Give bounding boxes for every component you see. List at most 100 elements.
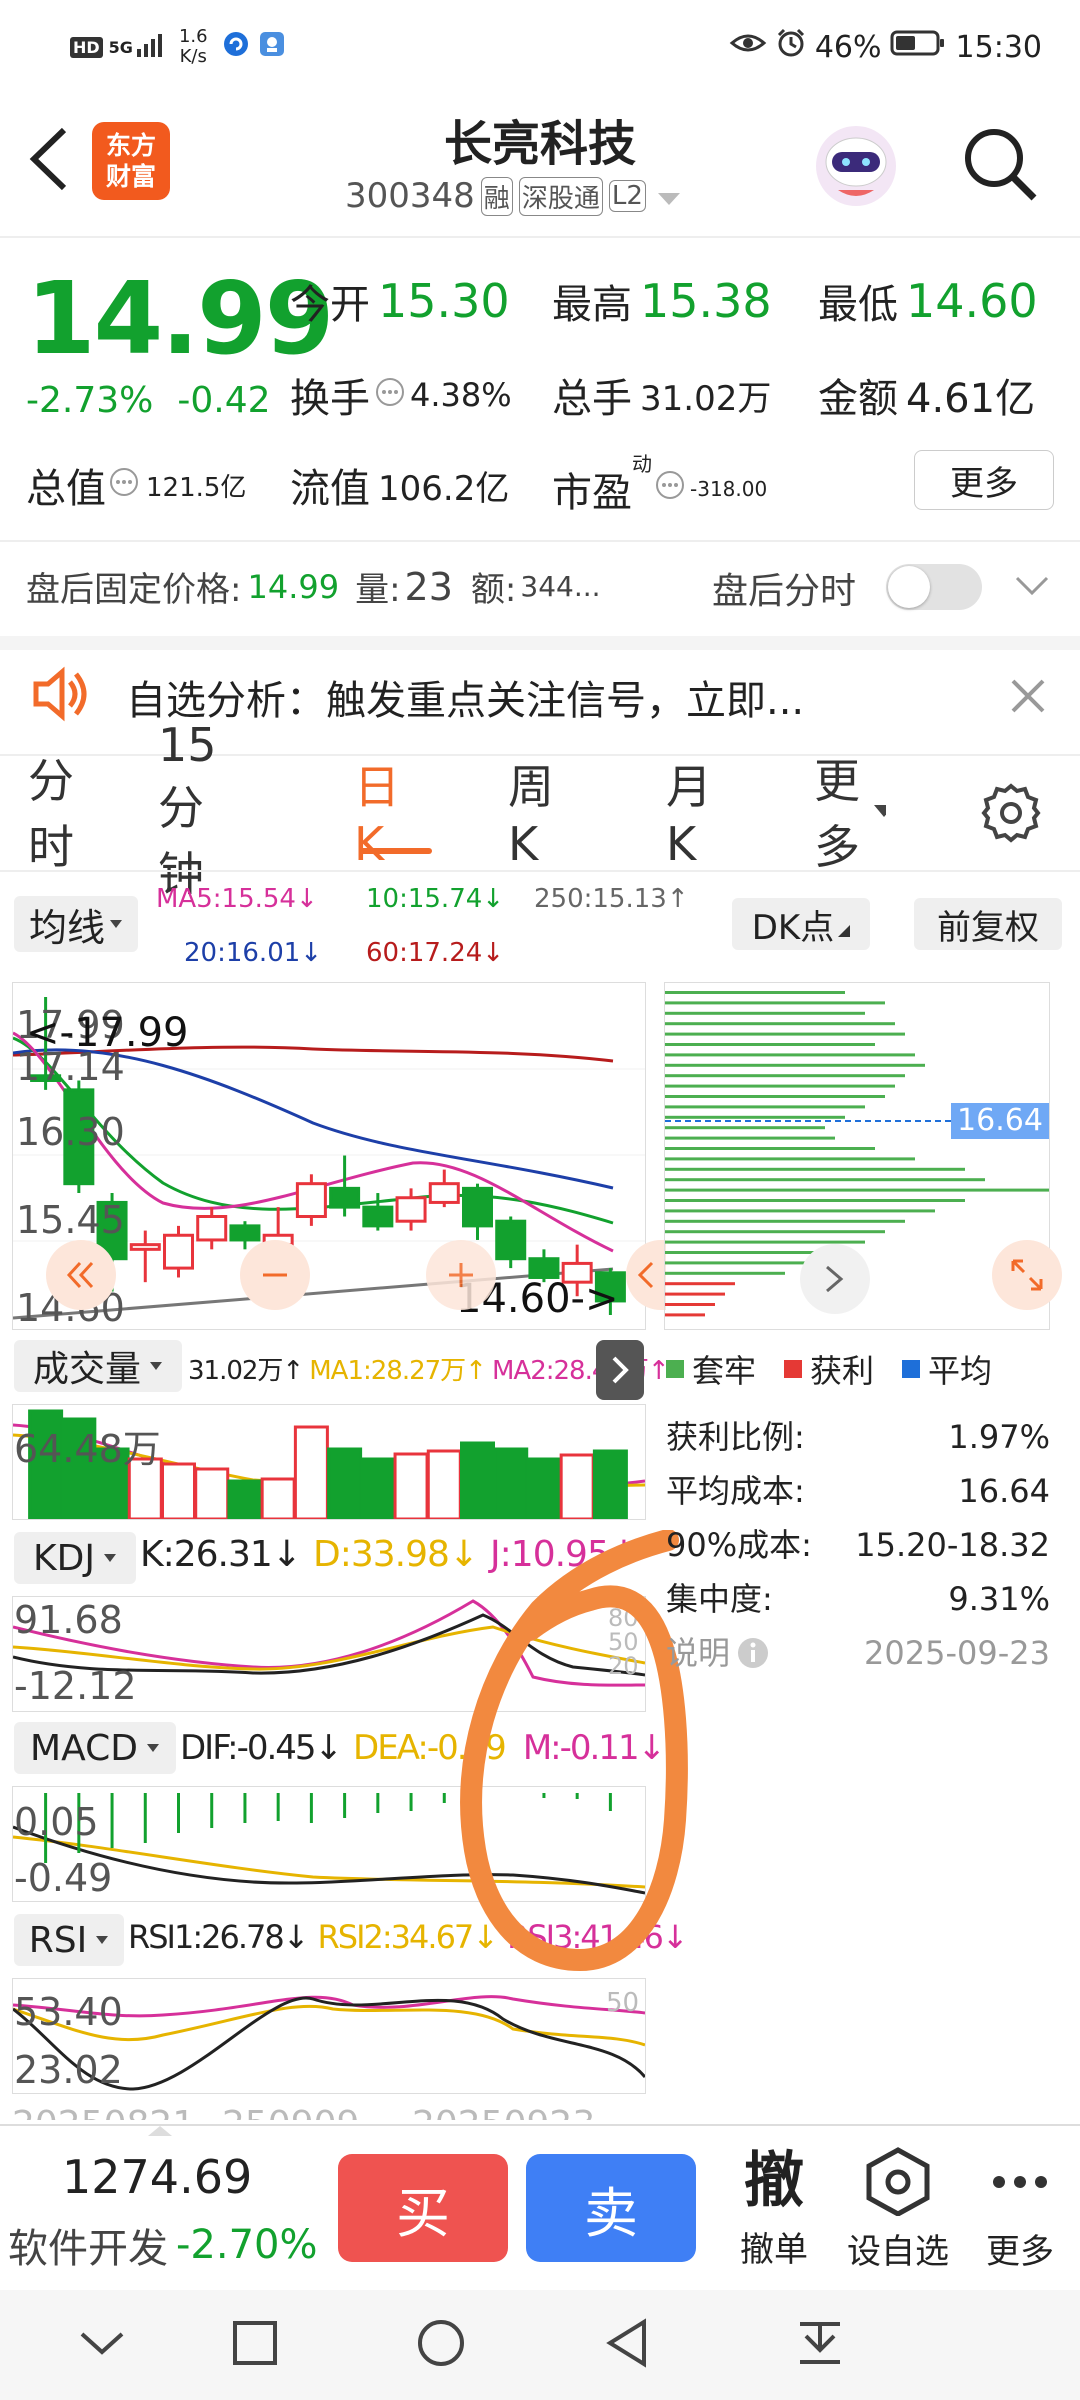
float-label: 流值 (290, 466, 370, 512)
chip-bar (665, 1053, 915, 1057)
tab-15min[interactable]: 15分钟 (158, 718, 217, 904)
average-cost-tag: 16.64 (951, 1103, 1049, 1139)
stock-meta[interactable]: 300348 融 深股通 L2 (345, 176, 682, 216)
ma10-value: 10:15.74↓ (366, 884, 505, 914)
macd-dif: DIF:-0.45↓ (180, 1728, 343, 1768)
notice-text[interactable]: 自选分析：触发重点关注信号，立即... (126, 668, 804, 726)
more-actions-button[interactable]: 更多 (970, 2146, 1070, 2273)
tab-monthly[interactable]: 月K (666, 751, 712, 871)
info-icon (738, 1638, 769, 1668)
nav-back-icon[interactable] (604, 2318, 650, 2368)
expand-indicators-button[interactable] (596, 1340, 644, 1400)
chip-bar (665, 1230, 885, 1234)
info-icon[interactable] (108, 462, 140, 508)
y-label: 16.30 (16, 1110, 125, 1154)
nav-home-icon[interactable] (416, 2318, 466, 2368)
gear-icon[interactable] (980, 782, 1042, 844)
robot-assistant-icon[interactable] (808, 116, 904, 212)
stock-code: 300348 (345, 176, 475, 216)
tab-weekly[interactable]: 周K (508, 751, 554, 871)
chip-next-button[interactable] (800, 1244, 870, 1314)
tab-more-label: 更多 (814, 754, 860, 874)
rsi-selector[interactable]: RSI (14, 1914, 124, 1966)
zoom-in-button[interactable] (426, 1240, 496, 1310)
fullscreen-button[interactable] (992, 1240, 1062, 1310)
zoom-out-button[interactable] (240, 1240, 310, 1310)
ma5-value: MA5:15.54↓ (156, 884, 318, 914)
nav-recent-apps-icon[interactable] (232, 2320, 278, 2366)
low-label: 最低 (818, 282, 898, 328)
alarm-icon (775, 27, 807, 67)
date-left: 20250821 (12, 2104, 195, 2120)
nav-collapse-icon[interactable] (78, 2328, 126, 2358)
add-watchlist-label: 设自选 (847, 2232, 949, 2272)
ma20-value: 20:16.01↓ (184, 938, 323, 968)
adjust-mode-button[interactable]: 前复权 (914, 898, 1062, 950)
more-button[interactable]: 更多 (914, 450, 1054, 510)
chip-note-row[interactable]: 说明 2025-09-23 (666, 1626, 1050, 1680)
volume-current: 31.02万↑ (188, 1356, 304, 1386)
tab-intraday[interactable]: 分时 (28, 745, 74, 877)
macd-selector[interactable]: MACD (14, 1722, 176, 1774)
chip-bar (665, 1292, 725, 1296)
volume-bar (526, 1457, 562, 1521)
caret-down-icon (150, 1362, 162, 1370)
chip-bar (665, 1313, 705, 1317)
cancel-order-icon: 撤 (744, 2146, 804, 2216)
candle-body (163, 1233, 194, 1270)
sector-info[interactable]: 软件开发 -2.70% (8, 2216, 318, 2274)
open-stat: 今开 15.30 (290, 272, 510, 330)
last-price: 14.99 (26, 260, 334, 377)
info-icon[interactable] (654, 465, 686, 511)
nav-notification-icon[interactable] (796, 2318, 844, 2368)
chevron-down-icon[interactable] (1014, 574, 1050, 598)
after-hours-qty-label: 量: (355, 570, 401, 610)
net-speed-unit: K/s (179, 46, 207, 67)
candle-body (229, 1224, 261, 1242)
stock-title: 长亮科技 (443, 116, 636, 172)
chip-bar (665, 1043, 875, 1046)
turnover-stat: 换手 4.38% (290, 366, 512, 424)
sector-index-value[interactable]: 1274.69 (62, 2150, 252, 2204)
change-abs: -0.42 (177, 380, 271, 421)
legend-average: 平均 (928, 1352, 993, 1390)
sell-button[interactable]: 卖 (526, 2154, 696, 2262)
chevron-down-icon (656, 176, 682, 216)
buy-button[interactable]: 买 (338, 2154, 508, 2262)
ma-selector[interactable]: 均线 (14, 896, 138, 952)
chip-bar (665, 1136, 835, 1140)
dk-point-label: DK点 (751, 907, 835, 948)
chip-bar (665, 1126, 825, 1130)
volume-selector[interactable]: 成交量 (14, 1340, 182, 1392)
rsi1: RSI1:26.78↓ (128, 1918, 310, 1956)
kdj-selector[interactable]: KDJ (14, 1532, 136, 1584)
chip-stat-label: 集中度: (666, 1580, 773, 1618)
scroll-left-button[interactable] (46, 1240, 116, 1310)
net-speed-value: 1.6 (178, 26, 208, 47)
close-icon[interactable] (1010, 678, 1046, 714)
cancel-order-label: 撤单 (740, 2230, 808, 2270)
candle-body (362, 1205, 394, 1228)
section-divider (0, 636, 1080, 650)
rsi-y-top: 53.40 (14, 1990, 123, 2034)
dk-point-button[interactable]: DK点 (732, 898, 870, 950)
chip-bar (665, 1209, 935, 1213)
cancel-order-button[interactable]: 撤 撤单 (726, 2146, 822, 2271)
y-label: 15.45 (16, 1198, 125, 1242)
after-hours-row: 盘后固定价格: 14.99 量: 23 额: 344... (26, 562, 601, 611)
chip-bar (665, 1022, 895, 1026)
add-watchlist-button[interactable]: 设自选 (838, 2146, 958, 2273)
active-tab-indicator (360, 848, 432, 854)
high-stat: 最高 15.38 (552, 272, 772, 330)
after-hours-toggle[interactable] (886, 564, 982, 610)
search-icon[interactable] (958, 122, 1042, 206)
tab-more[interactable]: 更多 (814, 745, 886, 877)
turnover-label: 换手 (290, 376, 370, 422)
pe-label: 市盈 (552, 470, 632, 516)
mktcap-stat: 总值 121.5亿 (26, 456, 246, 514)
chip-stat-value: 1.97% (948, 1418, 1050, 1456)
chevron-right-icon (826, 1265, 844, 1293)
info-icon[interactable] (374, 372, 406, 418)
after-hours-qty: 23 (404, 564, 453, 609)
speaker-icon (30, 666, 90, 722)
